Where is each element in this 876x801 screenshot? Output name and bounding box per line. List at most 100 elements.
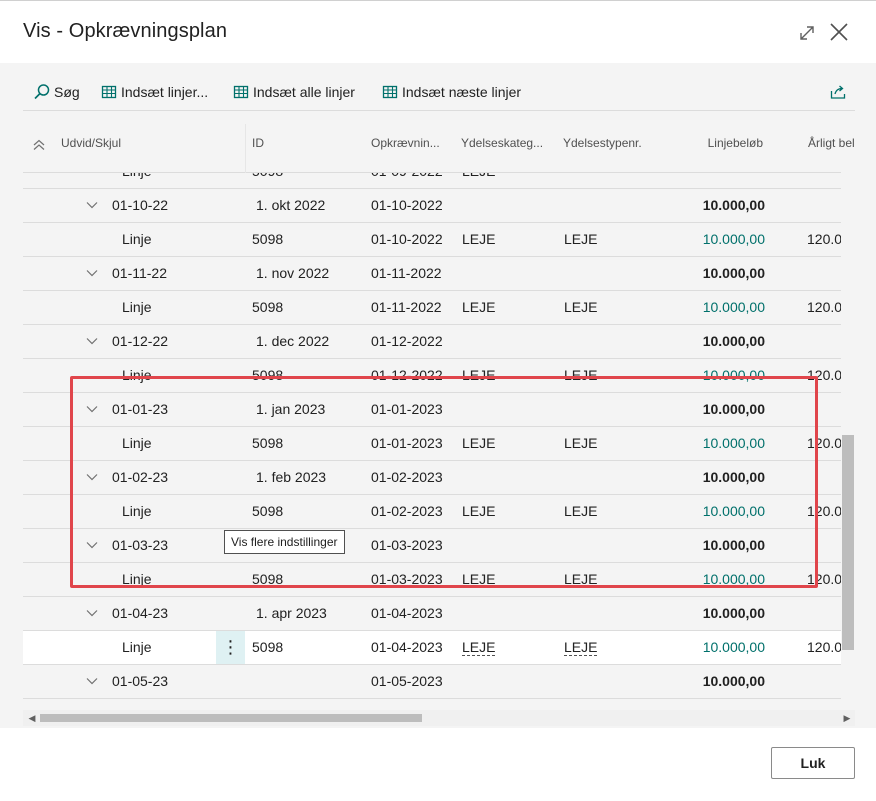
group-row[interactable]: 01-05-23 01-05-2023 10.000,00 <box>23 665 855 699</box>
insert-next-lines-label: Indsæt næste linjer <box>402 84 522 100</box>
period-name: 1. dec 2022 <box>256 333 330 349</box>
close-icon[interactable] <box>825 18 853 46</box>
chevron-down-icon[interactable] <box>85 198 99 215</box>
scroll-right-icon[interactable]: ▶ <box>841 712 853 724</box>
line-label: Linje <box>122 639 152 655</box>
category-value: LEJE <box>462 231 496 247</box>
line-id: 5098 <box>252 639 284 655</box>
line-row[interactable]: Linje509801-05-2023LEJELEJE10.000,00120.… <box>23 699 855 704</box>
insert-all-lines-button[interactable]: Indsæt alle linjer <box>232 81 355 103</box>
line-amount[interactable]: 10.000,00 <box>663 639 765 655</box>
line-amount: 10.000,00 <box>702 401 765 417</box>
line-amount[interactable]: 10.000,00 <box>663 367 765 383</box>
line-row[interactable]: Linje 5098 01-12-2022 LEJE LEJE 10.000,00 120.… <box>23 359 855 393</box>
group-row[interactable]: 01-01-23 1. jan 2023 01-01-2023 10.000,00 <box>23 393 855 427</box>
period-name: 1. okt 2022 <box>256 197 326 213</box>
insert-all-lines-label: Indsæt alle linjer <box>253 84 355 100</box>
group-row[interactable]: 01-12-22 1. dec 2022 01-12-2022 10.000,00 <box>23 325 855 359</box>
charge-date: 01-05-2023 <box>371 673 443 689</box>
line-label: Linje <box>122 435 152 451</box>
type-value: LEJE <box>564 571 598 587</box>
line-id: 5098 <box>252 231 284 247</box>
line-id: 5098 <box>252 173 283 179</box>
line-amount[interactable]: 10.000,00 <box>663 299 765 315</box>
line-label: Linje <box>122 571 152 587</box>
charge-date: 01-03-2023 <box>371 571 443 587</box>
more-options-tooltip: Vis flere indstillinger <box>224 530 345 554</box>
type-value[interactable]: LEJE <box>564 639 598 656</box>
group-row[interactable]: 01-02-23 1. feb 2023 01-02-2023 10.000,00 <box>23 461 855 495</box>
chevron-down-icon[interactable] <box>85 402 99 419</box>
line-label: Linje <box>122 367 152 383</box>
category-value: LEJE <box>462 435 496 451</box>
close-button[interactable]: Luk <box>771 747 855 779</box>
period-name: 1. nov 2022 <box>256 265 330 281</box>
insert-lines-button[interactable]: Indsæt linjer... <box>100 81 208 103</box>
line-row[interactable]: Linje 5098 01-09-2022 LEJE <box>23 173 855 189</box>
period-name: 1. apr 2023 <box>256 605 327 621</box>
type-value: LEJE <box>564 367 598 383</box>
chevron-down-icon[interactable] <box>85 674 99 691</box>
charge-date: 01-09-2022 <box>371 173 443 179</box>
more-options-icon[interactable]: ⋮ <box>216 631 245 664</box>
group-label: 01-03-23 <box>112 537 169 553</box>
search-label: Søg <box>54 84 80 100</box>
column-header-yearly[interactable]: Årligt bel <box>808 136 855 150</box>
line-label: Linje <box>122 231 152 247</box>
line-id: 5098 <box>252 503 284 519</box>
search-button[interactable]: Søg <box>33 81 80 103</box>
line-amount: 10.000,00 <box>702 333 765 349</box>
type-value: LEJE <box>564 503 598 519</box>
line-row[interactable]: Linje 5098 01-10-2022 LEJE LEJE 10.000,00 120.… <box>23 223 855 257</box>
share-icon <box>829 83 847 101</box>
chevron-down-icon[interactable] <box>85 606 99 623</box>
dialog-title: Vis - Opkrævningsplan <box>23 20 228 42</box>
horizontal-scrollbar-thumb[interactable] <box>40 714 422 722</box>
chevron-down-icon[interactable] <box>85 334 99 351</box>
group-row[interactable]: 01-11-22 1. nov 2022 01-11-2022 10.000,00 <box>23 257 855 291</box>
column-header-category[interactable]: Ydelseskateg... <box>461 136 543 150</box>
chevron-down-icon[interactable] <box>85 538 99 555</box>
line-row[interactable]: Linje 5098 01-03-2023 LEJE LEJE 10.000,00 120.… <box>23 563 855 597</box>
charge-date: 01-02-2023 <box>371 503 443 519</box>
action-toolbar: Søg Indsæt linjer... Indsæt alle linjer … <box>23 71 855 111</box>
line-label: Linje <box>122 503 152 519</box>
group-row[interactable]: 01-04-23 1. apr 2023 01-04-2023 10.000,00 <box>23 597 855 631</box>
charge-date: 01-11-2022 <box>371 265 442 281</box>
group-row[interactable]: 01-10-22 1. okt 2022 01-10-2022 10.000,00 <box>23 189 855 223</box>
grid-rows: Linje 5098 01-09-2022 LEJE 01-10-22 1. okt 20… <box>23 173 855 704</box>
column-header-id[interactable]: ID <box>252 136 264 150</box>
category-value[interactable]: LEJE <box>462 639 496 656</box>
grid-insert-icon <box>232 83 250 101</box>
line-row[interactable]: Linje 5098 01-11-2022 LEJE LEJE 10.000,00 120.… <box>23 291 855 325</box>
chevron-down-icon[interactable] <box>85 266 99 283</box>
type-value: LEJE <box>564 231 598 247</box>
scroll-left-icon[interactable]: ◀ <box>26 712 38 724</box>
group-row[interactable]: 01-03-231. mar 202301-03-202310.000,00 <box>23 529 855 563</box>
group-label: 01-11-22 <box>112 265 168 281</box>
chevron-down-icon[interactable] <box>85 470 99 487</box>
insert-lines-label: Indsæt linjer... <box>121 84 209 100</box>
column-header-charge-date[interactable]: Opkrævnin... <box>371 136 440 150</box>
line-row[interactable]: Linje 5098 01-04-2023 LEJE LEJE ⋮ 10.000,00 120… <box>23 631 855 665</box>
line-label: Linje <box>122 299 152 315</box>
column-header-amount[interactable]: Linjebeløb <box>663 136 763 150</box>
type-value: LEJE <box>564 299 598 315</box>
share-button[interactable] <box>829 81 850 103</box>
vertical-scrollbar-thumb[interactable] <box>842 435 854 650</box>
line-row[interactable]: Linje 5098 01-02-2023 LEJE LEJE 10.000,00 120.… <box>23 495 855 529</box>
column-header-expand[interactable]: Udvid/Skjul <box>61 136 121 150</box>
column-header-type-no[interactable]: Ydelsestypenr. <box>563 136 642 150</box>
line-row[interactable]: Linje 5098 01-01-2023 LEJE LEJE 10.000,00 120.… <box>23 427 855 461</box>
line-amount[interactable]: 10.000,00 <box>663 435 765 451</box>
line-amount[interactable]: 10.000,00 <box>663 231 765 247</box>
column-divider <box>245 124 246 173</box>
expand-window-icon[interactable] <box>793 18 821 46</box>
search-icon <box>33 83 51 101</box>
insert-next-lines-button[interactable]: Indsæt næste linjer <box>381 81 521 103</box>
line-amount[interactable]: 10.000,00 <box>663 571 765 587</box>
group-label: 01-10-22 <box>112 197 169 213</box>
line-amount[interactable]: 10.000,00 <box>663 503 765 519</box>
line-id: 5098 <box>252 571 284 587</box>
collapse-all-icon[interactable] <box>32 138 46 155</box>
